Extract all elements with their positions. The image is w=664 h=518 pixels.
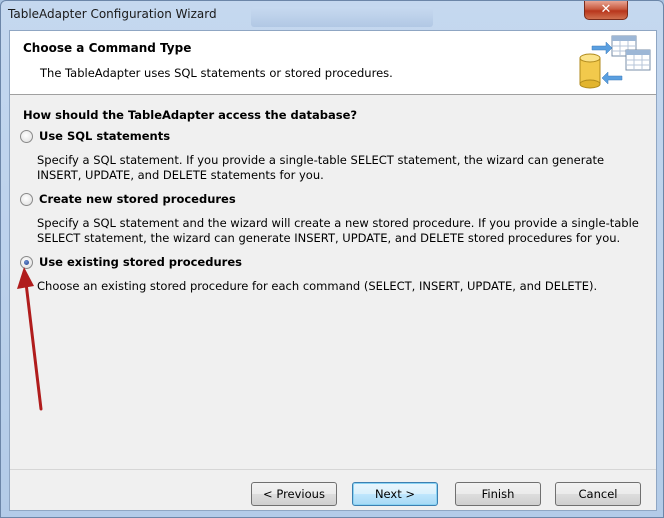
option-description: Specify a SQL statement and the wizard w… (37, 216, 639, 245)
next-button[interactable]: Next > (352, 482, 438, 506)
option-label[interactable]: Use SQL statements (39, 129, 170, 143)
option-description: Choose an existing stored procedure for … (37, 279, 598, 293)
option-label[interactable]: Use existing stored procedures (39, 255, 242, 269)
radio-create-new-stored-procedures[interactable] (20, 193, 33, 206)
option-description: Specify a SQL statement. If you provide … (37, 153, 605, 182)
page-title: Choose a Command Type (23, 41, 192, 55)
title-bar[interactable]: TableAdapter Configuration Wizard ✕ (1, 1, 663, 29)
window-title: TableAdapter Configuration Wizard (8, 7, 217, 21)
previous-button[interactable]: < Previous (251, 482, 337, 506)
radio-use-existing-stored-procedures[interactable] (20, 256, 33, 269)
close-icon: ✕ (600, 2, 612, 17)
wizard-header: Choose a Command Type The TableAdapter u… (10, 31, 656, 95)
question-label: How should the TableAdapter access the d… (23, 108, 358, 122)
close-button[interactable]: ✕ (584, 1, 628, 20)
footer-divider (10, 469, 656, 470)
cancel-button[interactable]: Cancel (555, 482, 641, 506)
wizard-window: TableAdapter Configuration Wizard ✕ Choo… (0, 0, 664, 518)
page-subtitle: The TableAdapter uses SQL statements or … (40, 66, 393, 80)
option-label[interactable]: Create new stored procedures (39, 192, 236, 206)
wizard-client-area: Choose a Command Type The TableAdapter u… (9, 30, 657, 511)
radio-use-sql-statements[interactable] (20, 130, 33, 143)
database-table-icon (579, 35, 651, 89)
annotation-arrow (17, 267, 43, 411)
background-window-ghost (251, 7, 433, 27)
finish-button[interactable]: Finish (455, 482, 541, 506)
